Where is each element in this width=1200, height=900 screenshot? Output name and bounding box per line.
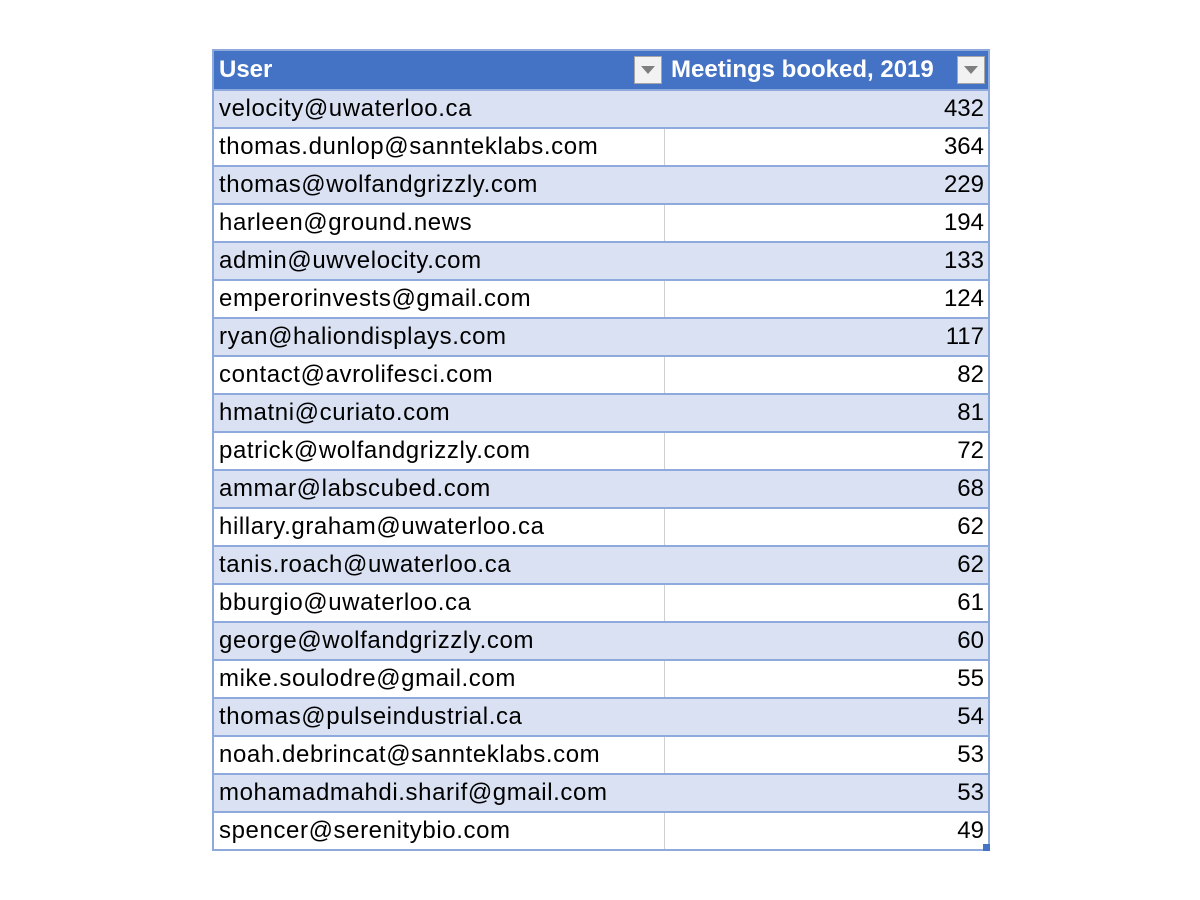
user-email-cell[interactable]: bburgio@uwaterloo.ca [214,585,665,621]
meetings-count-cell[interactable]: 229 [665,167,988,203]
meetings-count-cell[interactable]: 54 [665,699,988,735]
user-filter-button[interactable] [634,56,662,84]
user-email-cell[interactable]: mike.soulodre@gmail.com [214,661,665,697]
meetings-count-cell[interactable]: 62 [665,547,988,583]
header-user-label: User [219,56,273,83]
user-email-cell[interactable]: george@wolfandgrizzly.com [214,623,665,659]
meetings-count-cell[interactable]: 49 [665,813,988,849]
table-row: hmatni@curiato.com 81 [214,393,988,431]
table-row: thomas@wolfandgrizzly.com 229 [214,165,988,203]
meetings-count-cell[interactable]: 62 [665,509,988,545]
table-row: admin@uwvelocity.com 133 [214,241,988,279]
meetings-count-cell[interactable]: 72 [665,433,988,469]
table-row: noah.debrincat@sannteklabs.com 53 [214,735,988,773]
meetings-count-cell[interactable]: 82 [665,357,988,393]
user-email-cell[interactable]: thomas.dunlop@sannteklabs.com [214,129,665,165]
table-row: ryan@haliondisplays.com 117 [214,317,988,355]
table-header-row: User Meetings booked, 2019 [214,51,988,89]
table-row: contact@avrolifesci.com 82 [214,355,988,393]
meetings-count-cell[interactable]: 432 [665,91,988,127]
header-cell-meetings[interactable]: Meetings booked, 2019 [665,51,988,89]
user-email-cell[interactable]: velocity@uwaterloo.ca [214,91,665,127]
meetings-count-cell[interactable]: 61 [665,585,988,621]
user-email-cell[interactable]: patrick@wolfandgrizzly.com [214,433,665,469]
user-email-cell[interactable]: hmatni@curiato.com [214,395,665,431]
meetings-count-cell[interactable]: 55 [665,661,988,697]
user-email-cell[interactable]: thomas@pulseindustrial.ca [214,699,665,735]
user-email-cell[interactable]: spencer@serenitybio.com [214,813,665,849]
table-row: thomas.dunlop@sannteklabs.com 364 [214,127,988,165]
table-row: velocity@uwaterloo.ca 432 [214,89,988,127]
table-row: george@wolfandgrizzly.com 60 [214,621,988,659]
user-email-cell[interactable]: hillary.graham@uwaterloo.ca [214,509,665,545]
user-email-cell[interactable]: admin@uwvelocity.com [214,243,665,279]
header-cell-user[interactable]: User [214,51,665,89]
table-resize-handle[interactable] [983,844,990,851]
table-row: mohamadmahdi.sharif@gmail.com 53 [214,773,988,811]
table-row: hillary.graham@uwaterloo.ca 62 [214,507,988,545]
user-email-cell[interactable]: ryan@haliondisplays.com [214,319,665,355]
meetings-count-cell[interactable]: 53 [665,737,988,773]
user-email-cell[interactable]: thomas@wolfandgrizzly.com [214,167,665,203]
meetings-count-cell[interactable]: 81 [665,395,988,431]
table-row: mike.soulodre@gmail.com 55 [214,659,988,697]
meetings-filter-button[interactable] [957,56,985,84]
table-row: patrick@wolfandgrizzly.com 72 [214,431,988,469]
user-email-cell[interactable]: mohamadmahdi.sharif@gmail.com [214,775,665,811]
meetings-count-cell[interactable]: 124 [665,281,988,317]
header-meetings-label: Meetings booked, 2019 [671,56,934,83]
table-row: ammar@labscubed.com 68 [214,469,988,507]
meetings-count-cell[interactable]: 117 [665,319,988,355]
table-row: emperorinvests@gmail.com 124 [214,279,988,317]
meetings-count-cell[interactable]: 53 [665,775,988,811]
table-row: harleen@ground.news 194 [214,203,988,241]
meetings-count-cell[interactable]: 194 [665,205,988,241]
table-row: tanis.roach@uwaterloo.ca 62 [214,545,988,583]
table-row: spencer@serenitybio.com 49 [214,811,988,849]
chevron-down-icon [964,66,978,74]
meetings-count-cell[interactable]: 60 [665,623,988,659]
user-email-cell[interactable]: contact@avrolifesci.com [214,357,665,393]
meetings-count-cell[interactable]: 68 [665,471,988,507]
user-email-cell[interactable]: noah.debrincat@sannteklabs.com [214,737,665,773]
user-email-cell[interactable]: ammar@labscubed.com [214,471,665,507]
user-email-cell[interactable]: harleen@ground.news [214,205,665,241]
table-body: velocity@uwaterloo.ca 432 thomas.dunlop@sa… [214,89,988,849]
user-email-cell[interactable]: tanis.roach@uwaterloo.ca [214,547,665,583]
meetings-count-cell[interactable]: 133 [665,243,988,279]
table-row: bburgio@uwaterloo.ca 61 [214,583,988,621]
meetings-table: User Meetings booked, 2019 velocity@uwat… [212,49,990,851]
meetings-count-cell[interactable]: 364 [665,129,988,165]
table-row: thomas@pulseindustrial.ca 54 [214,697,988,735]
user-email-cell[interactable]: emperorinvests@gmail.com [214,281,665,317]
chevron-down-icon [641,66,655,74]
